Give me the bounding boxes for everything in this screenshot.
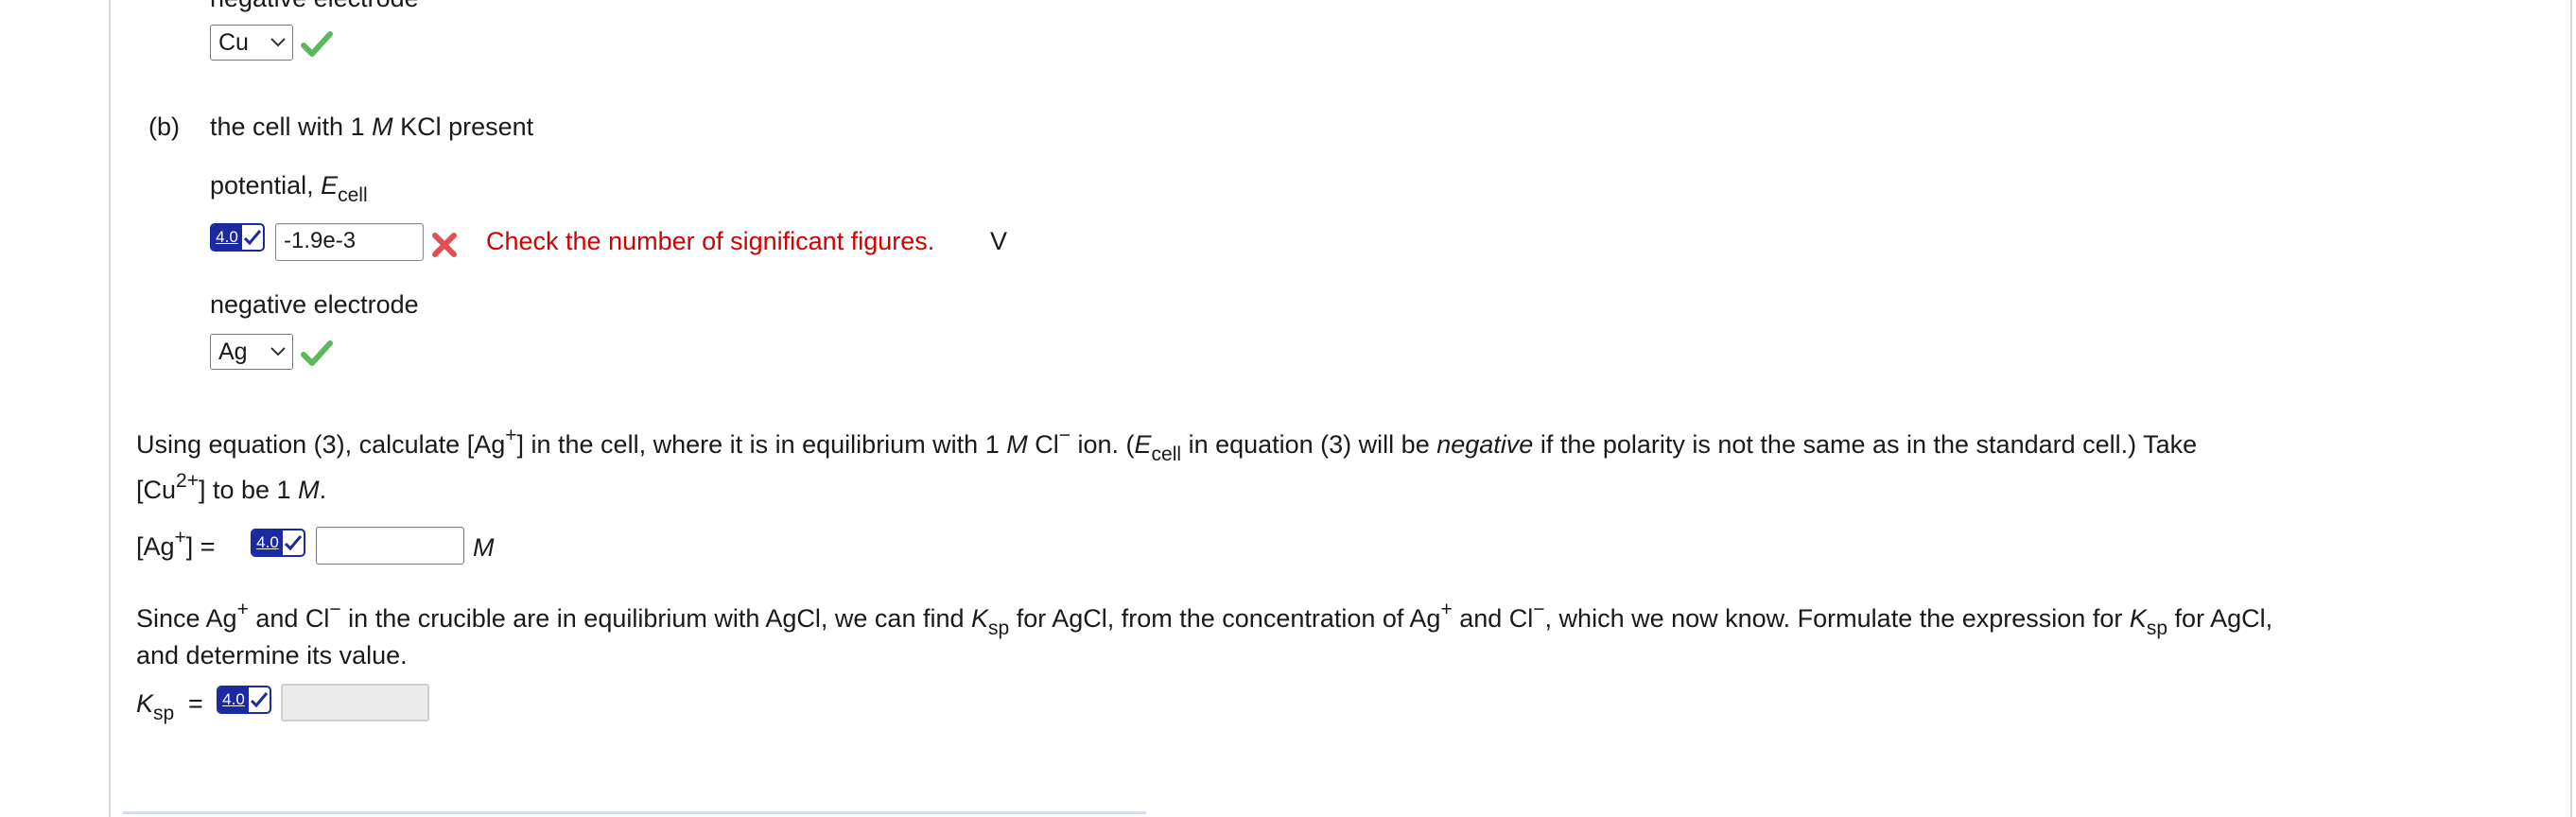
correct-check-icon (301, 339, 333, 373)
unit-molar: M (473, 533, 495, 562)
potential-input[interactable]: -1.9e-3 (275, 223, 424, 261)
question-ag-line2: [Cu2+] to be 1 M. (136, 470, 327, 504)
electrode-select-a[interactable]: Cu (210, 25, 293, 61)
badge-check-icon (249, 687, 270, 712)
attempt-badge[interactable]: 4.0 (210, 223, 265, 252)
electrode-select-b-value: Ag (218, 339, 248, 365)
right-border (2570, 0, 2572, 817)
electrode-select-b[interactable]: Ag (210, 334, 293, 370)
badge-check-icon (283, 530, 304, 555)
chevron-down-icon (264, 346, 292, 357)
question-ag-line1: Using equation (3), calculate [Ag+] in t… (136, 425, 2198, 465)
correct-check-icon (301, 30, 333, 63)
part-b-prompt: the cell with 1 M KCl present (210, 113, 534, 141)
assignment-page: negative electrode Cu (b) the cell with … (0, 0, 2576, 817)
unit-volts: V (990, 227, 1008, 255)
ksp-answer-label: Ksp (136, 689, 175, 724)
potential-label: potential, Ecell (210, 171, 368, 206)
attempt-badge[interactable]: 4.0 (251, 529, 305, 557)
part-b-label: (b) (148, 113, 180, 141)
incorrect-x-icon (430, 231, 459, 264)
question-ksp-line1: Since Ag+ and Cl− in the crucible are in… (136, 599, 2273, 639)
attempt-badge[interactable]: 4.0 (217, 686, 271, 714)
ag-answer-label: [Ag+] = (136, 527, 216, 561)
ag-concentration-input[interactable] (316, 527, 464, 565)
question-ksp-line2: and determine its value. (136, 641, 408, 669)
electrode-select-a-value: Cu (218, 29, 249, 56)
ksp-equals: = (188, 689, 203, 718)
left-border (109, 0, 111, 817)
clipped-heading: negative electrode (210, 0, 419, 13)
sig-fig-error-message: Check the number of significant figures. (486, 227, 935, 255)
negative-electrode-label: negative electrode (210, 290, 419, 319)
bottom-divider (123, 811, 1146, 814)
badge-check-icon (242, 225, 263, 250)
ksp-input (281, 684, 429, 721)
chevron-down-icon (264, 37, 292, 48)
